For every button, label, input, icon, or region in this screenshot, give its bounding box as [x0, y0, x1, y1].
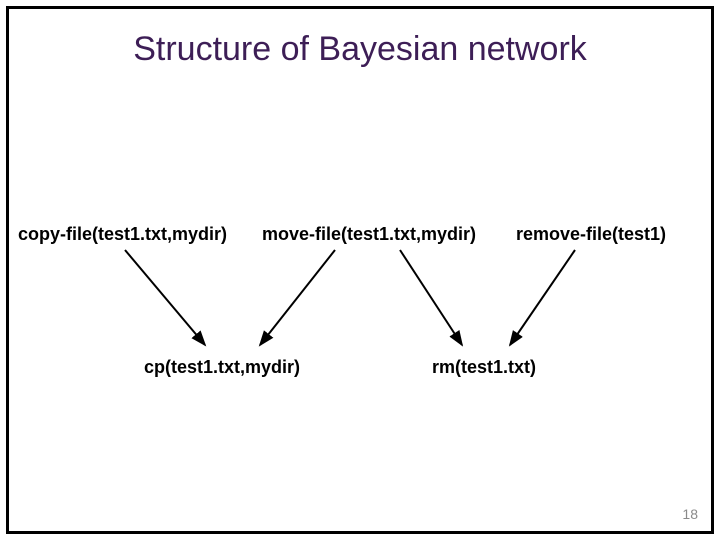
arrow-remove-to-rm [510, 250, 575, 345]
arrow-move-to-cp [260, 250, 335, 345]
arrows-layer [0, 0, 720, 540]
arrow-copy-to-cp [125, 250, 205, 345]
arrow-move-to-rm [400, 250, 462, 345]
page-number: 18 [682, 506, 698, 522]
